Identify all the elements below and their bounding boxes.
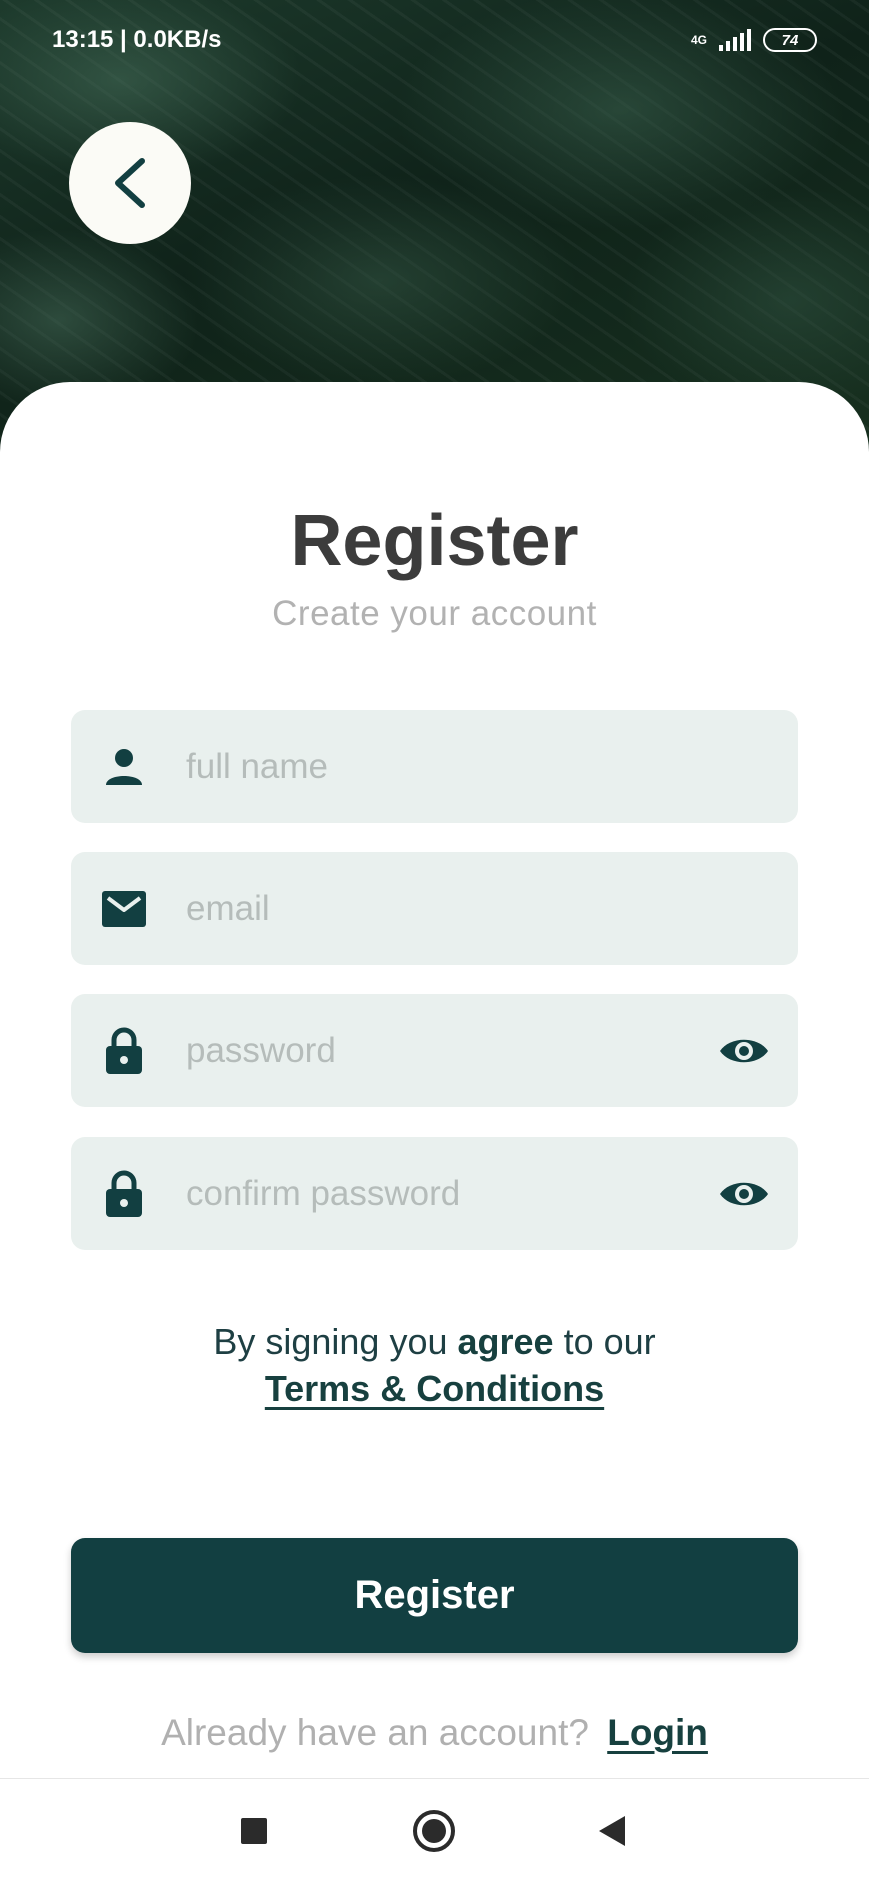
circle-icon[interactable] [412,1809,456,1853]
agreement-text: By signing you agree to our [0,1316,869,1368]
lock-icon [97,1169,151,1219]
square-icon[interactable] [240,1817,268,1845]
back-button[interactable] [69,122,191,244]
full-name-field[interactable] [71,710,798,823]
battery-icon: 74 [763,28,817,52]
email-input[interactable] [186,852,666,965]
system-nav-bar [0,1779,869,1883]
password-input[interactable] [186,994,666,1107]
login-prompt-text: Already have an account? [161,1712,589,1753]
terms-link[interactable]: Terms & Conditions [265,1368,604,1409]
terms-row: Terms & Conditions [0,1368,869,1410]
battery-level: 74 [781,31,799,49]
triangle-back-icon[interactable] [597,1815,627,1847]
network-type: 4G [690,33,707,47]
person-icon [97,747,151,787]
confirm-password-field[interactable] [71,1137,798,1250]
confirm-password-input[interactable] [186,1137,666,1250]
eye-icon[interactable] [718,1177,770,1211]
status-indicators: 4G 74 [691,28,817,52]
login-link[interactable]: Login [607,1712,708,1753]
agreement-emphasis: agree [457,1321,554,1362]
password-field[interactable] [71,994,798,1107]
agreement-suffix: to our [553,1321,656,1362]
signal-icon [719,29,751,51]
envelope-icon [97,889,151,929]
status-time: 13:15 | 0.0KB/s [52,26,222,53]
page-subtitle: Create your account [272,594,597,633]
chevron-left-icon [115,158,145,208]
lock-icon [97,1026,151,1076]
page-title: Register [290,501,579,581]
eye-icon[interactable] [718,1034,770,1068]
agreement-prefix: By signing you [213,1321,458,1362]
status-bar: 13:15 | 0.0KB/s 4G 74 [0,0,869,80]
login-prompt: Already have an account? Login [0,1712,869,1754]
full-name-input[interactable] [186,710,666,823]
register-button[interactable]: Register [71,1538,798,1653]
email-field[interactable] [71,852,798,965]
